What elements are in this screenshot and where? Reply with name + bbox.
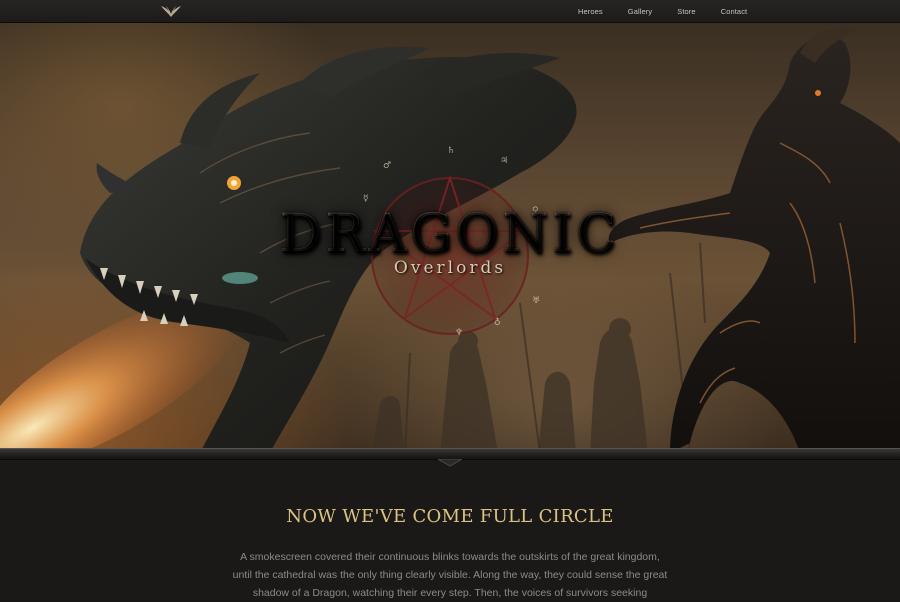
hero-banner: ♄ ♃ ♂ ☿ ♀ ♅ ♁ ♆ DRAGONIC Overlords — [0, 23, 900, 453]
nav-heroes-link[interactable]: Heroes — [578, 7, 603, 16]
svg-text:♂: ♂ — [383, 161, 391, 171]
svg-text:☿: ☿ — [363, 194, 369, 204]
main-nav: Heroes Gallery Store Contact — [578, 0, 772, 23]
section-heading: NOW WE'VE COME FULL CIRCLE — [286, 506, 614, 527]
svg-text:♄: ♄ — [447, 146, 455, 156]
story-section: NOW WE'VE COME FULL CIRCLE A smokescreen… — [0, 460, 900, 600]
nav-store-link[interactable]: Store — [677, 7, 695, 16]
wings-logo-icon[interactable] — [160, 5, 182, 18]
nav-contact-link[interactable]: Contact — [721, 7, 748, 16]
top-navigation-bar: Heroes Gallery Store Contact — [0, 0, 900, 23]
game-title: DRAGONIC — [0, 206, 900, 262]
svg-text:♆: ♆ — [455, 328, 463, 338]
chevron-down-icon — [438, 459, 462, 467]
section-body-text: A smokescreen covered their continuous b… — [232, 551, 668, 599]
svg-text:♁: ♁ — [494, 317, 501, 328]
nav-gallery-link[interactable]: Gallery — [628, 7, 652, 16]
soldier-silhouettes — [372, 318, 648, 453]
hero-title-block: DRAGONIC Overlords — [0, 206, 900, 278]
svg-text:♃: ♃ — [500, 156, 508, 166]
svg-text:♅: ♅ — [532, 296, 540, 306]
